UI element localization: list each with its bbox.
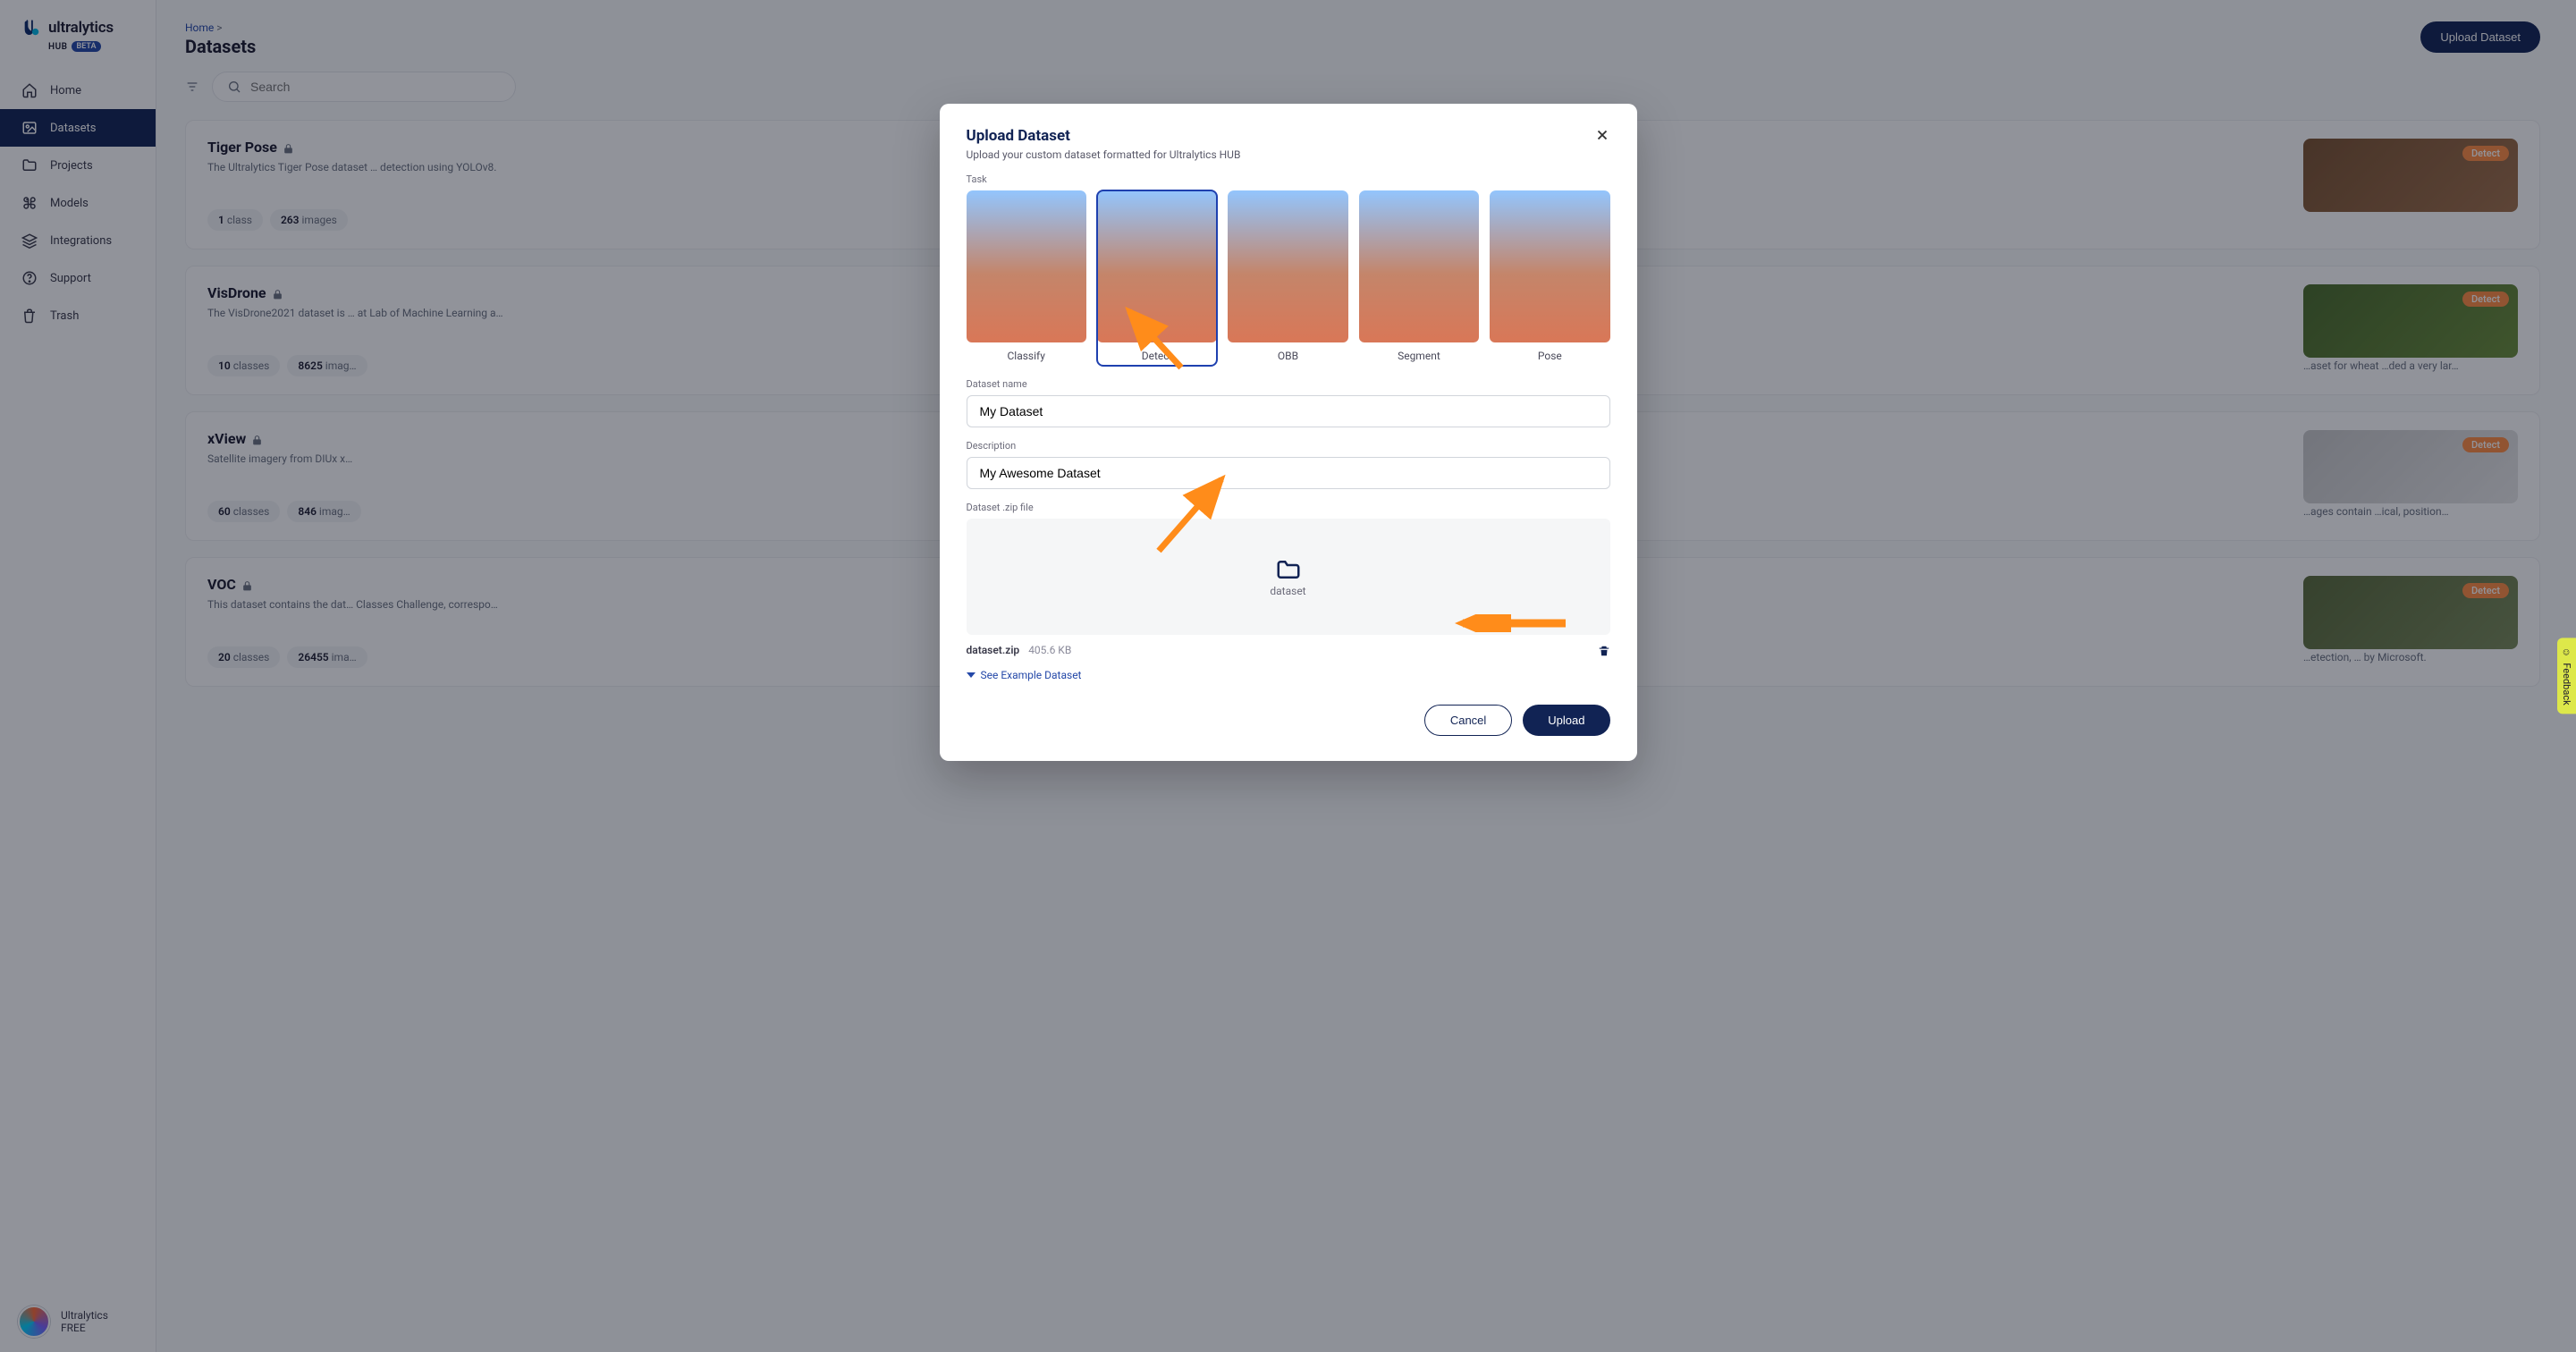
task-option-detect[interactable]: Detect	[1097, 190, 1217, 366]
task-option-pose[interactable]: Pose	[1490, 190, 1609, 366]
task-thumb	[1228, 190, 1347, 342]
modal-overlay: Upload Dataset Upload your custom datase…	[0, 0, 2576, 1352]
task-thumb	[967, 190, 1086, 342]
dropzone[interactable]: dataset	[967, 519, 1610, 635]
task-label: Detect	[1097, 342, 1217, 366]
file-size: 405.6 KB	[1028, 644, 1071, 656]
task-thumb	[1359, 190, 1479, 342]
zip-label: Dataset .zip file	[967, 502, 1610, 513]
caret-down-icon	[967, 672, 976, 678]
task-label: Task	[967, 173, 1610, 185]
modal-title: Upload Dataset	[967, 127, 1241, 145]
task-option-segment[interactable]: Segment	[1359, 190, 1479, 366]
cancel-button[interactable]: Cancel	[1424, 705, 1512, 736]
smile-icon: ☺	[2561, 646, 2572, 657]
zone-label: dataset	[1270, 585, 1305, 597]
desc-label: Description	[967, 440, 1610, 452]
task-label: Pose	[1490, 342, 1609, 366]
folder-icon	[1275, 556, 1302, 578]
task-option-obb[interactable]: OBB	[1228, 190, 1347, 366]
close-icon[interactable]	[1594, 127, 1610, 143]
file-name: dataset.zip	[967, 644, 1020, 656]
task-thumb	[1097, 190, 1217, 342]
dataset-name-input[interactable]	[967, 395, 1610, 427]
delete-file-icon[interactable]	[1598, 644, 1610, 656]
task-label: Segment	[1359, 342, 1479, 366]
upload-button[interactable]: Upload	[1523, 705, 1609, 736]
dataset-desc-input[interactable]	[967, 457, 1610, 489]
see-example-link[interactable]: See Example Dataset	[967, 669, 1610, 681]
task-label: OBB	[1228, 342, 1347, 366]
upload-modal: Upload Dataset Upload your custom datase…	[940, 104, 1637, 761]
name-label: Dataset name	[967, 378, 1610, 390]
task-thumb	[1490, 190, 1609, 342]
task-label: Classify	[967, 342, 1086, 366]
task-option-classify[interactable]: Classify	[967, 190, 1086, 366]
modal-subtitle: Upload your custom dataset formatted for…	[967, 148, 1241, 161]
feedback-tab[interactable]: ☺Feedback	[2557, 638, 2576, 714]
